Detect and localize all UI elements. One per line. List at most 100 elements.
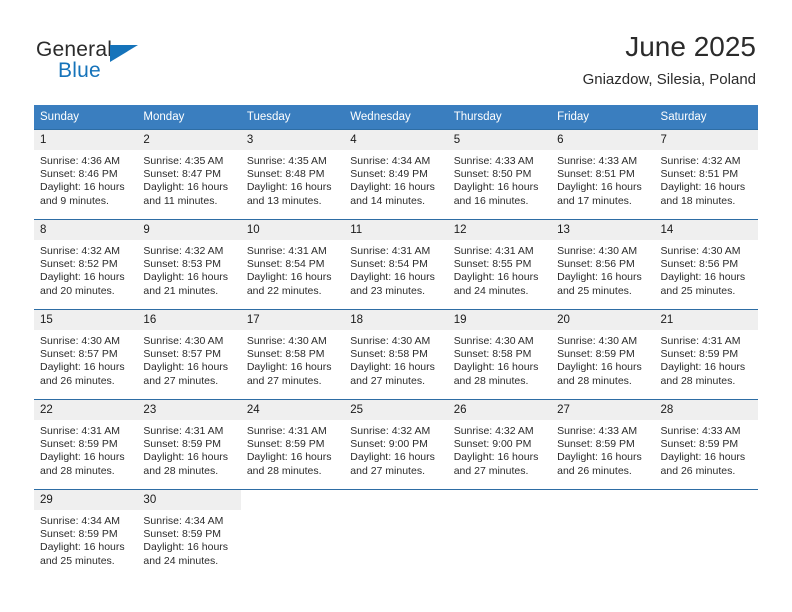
sunrise-text: Sunrise: 4:35 AM [143, 155, 224, 167]
day-details: Sunrise: 4:30 AM Sunset: 8:58 PM Daylight:… [448, 330, 551, 388]
day-number: 9 [137, 220, 241, 240]
day-details: Sunrise: 4:31 AM Sunset: 8:59 PM Daylight:… [34, 420, 137, 478]
daylight-text: Daylight: 16 hours and 14 minutes. [350, 181, 435, 207]
week-row: 15 Sunrise: 4:30 AM Sunset: 8:57 PM Dayligh… [34, 309, 758, 400]
sunrise-text: Sunrise: 4:32 AM [40, 245, 120, 257]
day-cell[interactable]: 22 Sunrise: 4:31 AM Sunset: 8:59 PM Dayligh… [34, 399, 138, 490]
day-details: Sunrise: 4:30 AM Sunset: 8:58 PM Daylight:… [241, 330, 344, 388]
day-cell[interactable]: 21 Sunrise: 4:31 AM Sunset: 8:59 PM Dayligh… [654, 309, 758, 400]
sunset-text: Sunset: 8:46 PM [40, 168, 118, 181]
day-cell[interactable]: 1 Sunrise: 4:36 AM Sunset: 8:46 PM Daylight… [34, 129, 138, 220]
day-details: Sunrise: 4:30 AM Sunset: 8:56 PM Daylight:… [655, 240, 758, 298]
weekday-header-row: Sunday Monday Tuesday Wednesday Thursday… [34, 105, 758, 130]
day-details: Sunrise: 4:32 AM Sunset: 8:53 PM Daylight:… [137, 240, 240, 298]
sunset-text: Sunset: 8:59 PM [246, 438, 325, 451]
day-number: 18 [344, 310, 448, 330]
day-number: 5 [447, 130, 552, 150]
daylight-text: Daylight: 16 hours and 23 minutes. [350, 271, 435, 297]
day-number: 23 [137, 400, 241, 420]
day-number [448, 490, 551, 510]
day-details: Sunrise: 4:33 AM Sunset: 8:51 PM Daylight:… [551, 150, 654, 208]
day-cell[interactable]: 18 Sunrise: 4:30 AM Sunset: 8:58 PM Dayligh… [344, 309, 448, 400]
day-details: Sunrise: 4:32 AM Sunset: 8:51 PM Daylight:… [655, 150, 758, 208]
day-cell[interactable]: 23 Sunrise: 4:31 AM Sunset: 8:59 PM Dayligh… [137, 399, 241, 490]
sunset-text: Sunset: 8:50 PM [453, 168, 532, 181]
daylight-text: Daylight: 16 hours and 28 minutes. [246, 451, 332, 477]
day-cell[interactable]: 13 Sunrise: 4:30 AM Sunset: 8:56 PM Dayligh… [551, 219, 655, 310]
day-cell[interactable]: 3 Sunrise: 4:35 AM Sunset: 8:48 PM Daylight… [240, 129, 345, 220]
day-details: Sunrise: 4:31 AM Sunset: 8:59 PM Daylight:… [137, 420, 240, 478]
day-number: 27 [551, 400, 655, 420]
daylight-text: Daylight: 16 hours and 25 minutes. [40, 541, 125, 567]
day-cell[interactable]: 17 Sunrise: 4:30 AM Sunset: 8:58 PM Dayligh… [240, 309, 345, 400]
day-cell-empty [654, 489, 758, 579]
sunset-text: Sunset: 8:51 PM [557, 168, 635, 181]
day-details: Sunrise: 4:34 AM Sunset: 8:49 PM Daylight:… [344, 150, 447, 208]
day-number [655, 490, 758, 510]
day-number: 4 [344, 130, 448, 150]
day-details: Sunrise: 4:30 AM Sunset: 8:56 PM Daylight:… [551, 240, 654, 298]
sunset-text: Sunset: 8:59 PM [143, 438, 222, 451]
daylight-text: Daylight: 16 hours and 27 minutes. [453, 451, 539, 477]
day-details: Sunrise: 4:31 AM Sunset: 8:54 PM Daylight:… [241, 240, 344, 298]
sunrise-text: Sunrise: 4:30 AM [660, 245, 741, 257]
day-cell[interactable]: 2 Sunrise: 4:35 AM Sunset: 8:47 PM Daylight… [137, 129, 241, 220]
day-number: 28 [654, 400, 758, 420]
day-cell[interactable]: 5 Sunrise: 4:33 AM Sunset: 8:50 PM Daylight… [447, 129, 552, 220]
week-row: 22 Sunrise: 4:31 AM Sunset: 8:59 PM Dayligh… [34, 399, 758, 490]
sunset-text: Sunset: 8:51 PM [660, 168, 739, 181]
day-number: 7 [654, 130, 758, 150]
day-details: Sunrise: 4:31 AM Sunset: 8:59 PM Daylight:… [655, 330, 758, 388]
day-details: Sunrise: 4:32 AM Sunset: 8:52 PM Daylight:… [34, 240, 137, 298]
day-number: 16 [137, 310, 241, 330]
general-blue-logo[interactable]: General Blue [36, 38, 166, 86]
weekday-header-saturday: Saturday [654, 105, 758, 130]
day-cell[interactable]: 27 Sunrise: 4:33 AM Sunset: 8:59 PM Dayligh… [551, 399, 655, 490]
weekday-header-friday: Friday [551, 105, 655, 130]
day-cell[interactable]: 19 Sunrise: 4:30 AM Sunset: 8:58 PM Dayligh… [447, 309, 552, 400]
day-details: Sunrise: 4:35 AM Sunset: 8:47 PM Daylight:… [137, 150, 240, 208]
day-details: Sunrise: 4:34 AM Sunset: 8:59 PM Daylight:… [137, 510, 240, 568]
sunrise-text: Sunrise: 4:30 AM [453, 335, 534, 347]
daylight-text: Daylight: 16 hours and 17 minutes. [557, 181, 642, 207]
day-number: 14 [654, 220, 758, 240]
day-cell[interactable]: 15 Sunrise: 4:30 AM Sunset: 8:57 PM Dayligh… [34, 309, 138, 400]
day-cell[interactable]: 25 Sunrise: 4:32 AM Sunset: 9:00 PM Dayligh… [344, 399, 448, 490]
sunrise-text: Sunrise: 4:32 AM [660, 155, 741, 167]
day-cell[interactable]: 10 Sunrise: 4:31 AM Sunset: 8:54 PM Dayligh… [240, 219, 345, 310]
sunset-text: Sunset: 8:59 PM [143, 528, 222, 541]
daylight-text: Daylight: 16 hours and 28 minutes. [143, 451, 229, 477]
sunset-text: Sunset: 8:57 PM [143, 348, 222, 361]
sunrise-text: Sunrise: 4:31 AM [40, 425, 120, 437]
daylight-text: Daylight: 16 hours and 24 minutes. [143, 541, 229, 567]
sunset-text: Sunset: 8:59 PM [660, 348, 739, 361]
sunset-text: Sunset: 8:49 PM [350, 168, 428, 181]
day-details: Sunrise: 4:30 AM Sunset: 8:57 PM Daylight:… [34, 330, 137, 388]
sunset-text: Sunset: 9:00 PM [453, 438, 532, 451]
day-cell[interactable]: 9 Sunrise: 4:32 AM Sunset: 8:53 PM Daylight… [137, 219, 241, 310]
day-cell[interactable]: 14 Sunrise: 4:30 AM Sunset: 8:56 PM Dayligh… [654, 219, 758, 310]
day-cell[interactable]: 20 Sunrise: 4:30 AM Sunset: 8:59 PM Dayligh… [551, 309, 655, 400]
day-cell[interactable]: 30 Sunrise: 4:34 AM Sunset: 8:59 PM Dayligh… [137, 489, 241, 579]
sunset-text: Sunset: 8:58 PM [350, 348, 428, 361]
day-cell[interactable]: 26 Sunrise: 4:32 AM Sunset: 9:00 PM Dayligh… [447, 399, 552, 490]
day-cell-empty [240, 489, 345, 579]
daylight-text: Daylight: 16 hours and 26 minutes. [557, 451, 642, 477]
day-cell[interactable]: 16 Sunrise: 4:30 AM Sunset: 8:57 PM Dayligh… [137, 309, 241, 400]
sunset-text: Sunset: 8:58 PM [246, 348, 325, 361]
day-number: 21 [654, 310, 758, 330]
day-cell[interactable]: 6 Sunrise: 4:33 AM Sunset: 8:51 PM Daylight… [551, 129, 655, 220]
day-cell[interactable]: 24 Sunrise: 4:31 AM Sunset: 8:59 PM Dayligh… [240, 399, 345, 490]
day-number [551, 490, 654, 510]
sunset-text: Sunset: 8:59 PM [557, 348, 635, 361]
day-number [344, 490, 447, 510]
day-cell[interactable]: 4 Sunrise: 4:34 AM Sunset: 8:49 PM Daylight… [344, 129, 448, 220]
day-cell[interactable]: 12 Sunrise: 4:31 AM Sunset: 8:55 PM Dayligh… [447, 219, 552, 310]
day-cell[interactable]: 8 Sunrise: 4:32 AM Sunset: 8:52 PM Daylight… [34, 219, 138, 310]
day-cell[interactable]: 7 Sunrise: 4:32 AM Sunset: 8:51 PM Daylight… [654, 129, 758, 220]
day-cell[interactable]: 28 Sunrise: 4:33 AM Sunset: 8:59 PM Dayligh… [654, 399, 758, 490]
day-cell-empty [447, 489, 552, 579]
day-details: Sunrise: 4:33 AM Sunset: 8:59 PM Daylight:… [655, 420, 758, 478]
day-cell[interactable]: 11 Sunrise: 4:31 AM Sunset: 8:54 PM Dayligh… [344, 219, 448, 310]
day-cell[interactable]: 29 Sunrise: 4:34 AM Sunset: 8:59 PM Dayligh… [34, 489, 138, 579]
